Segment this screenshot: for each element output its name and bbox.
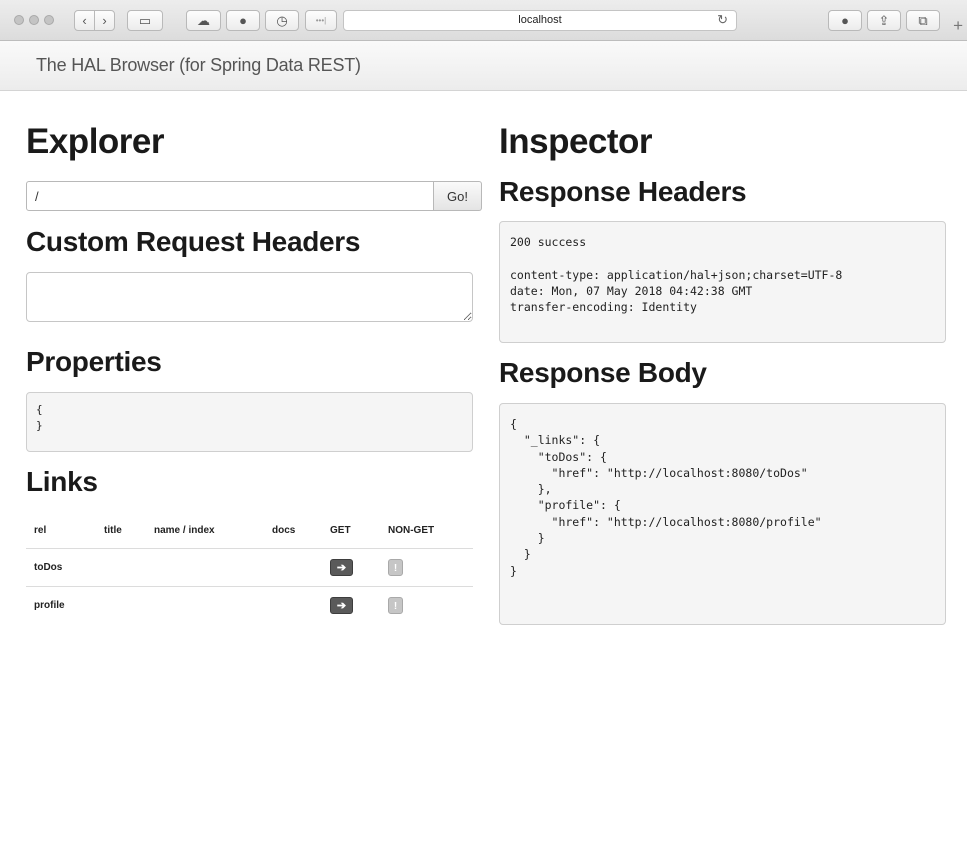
response-headers-title: Response Headers [499,176,747,207]
dots-icon: •••| [315,16,327,25]
share-button[interactable]: ⇪ [867,10,901,31]
non-get-button[interactable]: ! [388,559,403,576]
address-bar[interactable]: localhost ↻ [343,10,737,31]
forward-button[interactable]: › [94,10,115,31]
link-name [146,586,264,624]
col-get: GET [330,524,351,536]
downloads-button[interactable]: ● [828,10,862,31]
links-header-row: rel title name / index docs GET NON-GET [26,512,473,549]
share-icon: ⇪ [878,12,890,28]
col-rel: rel [34,524,47,536]
arrow-right-icon: ➔ [336,600,347,612]
go-button[interactable]: Go! [434,181,482,211]
link-rel: profile [26,586,96,624]
links-table: rel title name / index docs GET NON-GET … [26,512,473,624]
table-row: toDos ➔ ! [26,548,473,587]
close-window-button[interactable] [14,15,24,25]
col-non-get: NON-GET [388,524,435,536]
address-text: localhost [518,14,562,26]
response-body-title: Response Body [499,357,707,388]
tabs-icon: ⧉ [918,12,928,28]
link-docs [264,548,322,587]
sidebar-icon: ▭ [138,12,152,28]
inspector-title: Inspector [499,122,653,161]
circle-icon: ● [239,13,247,28]
url-input[interactable] [26,181,434,211]
back-button[interactable]: ‹ [74,10,95,31]
get-button[interactable]: ➔ [330,559,353,576]
zoom-window-button[interactable] [44,15,54,25]
exclamation-icon: ! [393,601,398,612]
response-headers-box: 200 success content-type: application/ha… [499,221,946,343]
browser-toolbar: ‹ › ▭ ☁ ● ◷ •••| localhost ↻ ● ⇪ ⧉ + [0,0,967,41]
custom-headers-input[interactable] [26,272,473,322]
get-button[interactable]: ➔ [330,597,353,614]
icloud-button[interactable]: ☁ [186,10,221,31]
properties-title: Properties [26,346,162,377]
history-button[interactable]: ◷ [265,10,299,31]
cloud-icon: ☁ [197,12,210,28]
chevron-right-icon: › [102,13,107,28]
exclamation-icon: ! [393,563,398,574]
overflow-button[interactable]: •••| [305,10,337,31]
col-docs: docs [272,524,296,536]
table-row: profile ➔ ! [26,586,473,624]
link-title [96,548,146,587]
url-form: Go! [26,181,482,211]
link-title [96,586,146,624]
link-rel: toDos [26,548,96,587]
custom-headers-title: Custom Request Headers [26,226,361,257]
explorer-title: Explorer [26,122,165,161]
sidebar-button[interactable]: ▭ [127,10,163,31]
link-name [146,548,264,587]
show-tabs-button[interactable]: ⧉ [906,10,940,31]
non-get-button[interactable]: ! [388,597,403,614]
link-docs [264,586,322,624]
brand-title[interactable]: The HAL Browser (for Spring Data REST) [36,55,361,76]
col-name-index: name / index [154,524,215,536]
history-icon: ◷ [276,12,288,28]
minimize-window-button[interactable] [29,15,39,25]
download-icon: ● [841,13,849,28]
arrow-right-icon: ➔ [336,562,347,574]
extension-button[interactable]: ● [226,10,260,31]
col-title: title [104,524,122,536]
navbar: The HAL Browser (for Spring Data REST) [0,41,967,91]
reload-icon[interactable]: ↻ [717,12,728,28]
chevron-left-icon: ‹ [82,13,87,28]
new-tab-icon[interactable]: + [953,16,963,36]
response-body-box: { "_links": { "toDos": { "href": "http:/… [499,403,946,625]
links-title: Links [26,466,98,497]
properties-box: { } [26,392,473,452]
